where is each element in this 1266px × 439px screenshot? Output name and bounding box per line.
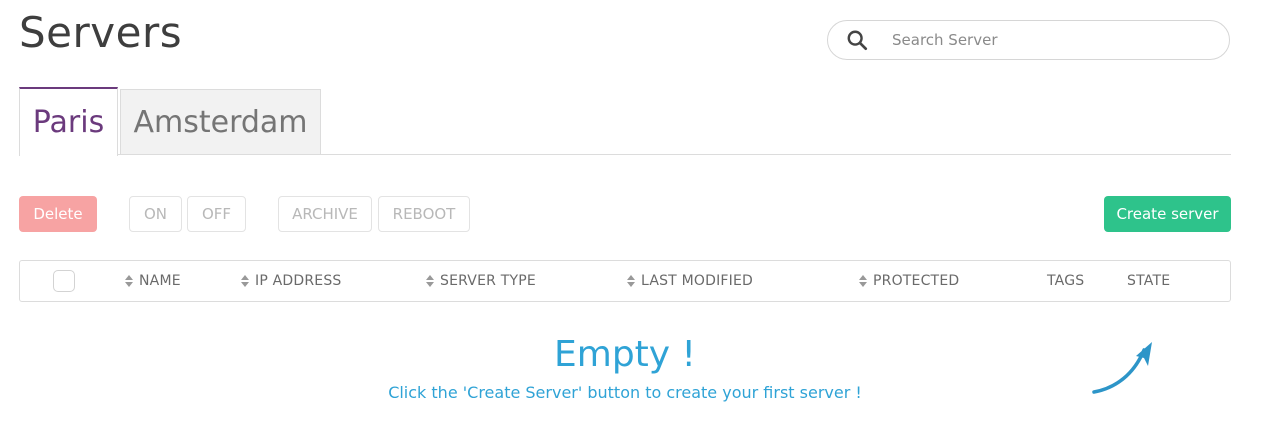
archive-button[interactable]: ARCHIVE (278, 196, 372, 232)
sort-icon (426, 275, 434, 287)
column-ip-address-label: IP ADDRESS (255, 273, 342, 289)
column-protected-label: PROTECTED (873, 273, 960, 289)
column-server-type-label: SERVER TYPE (440, 273, 536, 289)
empty-state-message: Click the 'Create Server' button to crea… (388, 383, 862, 402)
column-tags: TAGS (1047, 261, 1084, 301)
search-input[interactable] (892, 31, 1192, 49)
create-server-button[interactable]: Create server (1104, 196, 1231, 232)
column-name[interactable]: NAME (124, 261, 181, 301)
column-last-modified[interactable]: LAST MODIFIED (626, 261, 753, 301)
sort-icon (627, 275, 635, 287)
off-button[interactable]: OFF (187, 196, 246, 232)
tab-amsterdam[interactable]: Amsterdam (120, 89, 321, 155)
tab-paris[interactable]: Paris (19, 87, 118, 156)
column-last-modified-label: LAST MODIFIED (641, 273, 754, 289)
sort-icon (125, 275, 133, 287)
delete-button[interactable]: Delete (19, 196, 97, 232)
on-button[interactable]: ON (129, 196, 182, 232)
search-box[interactable] (827, 20, 1230, 60)
location-tabs: Paris Amsterdam (19, 87, 1231, 156)
arrow-icon (1092, 342, 1152, 394)
column-server-type[interactable]: SERVER TYPE (425, 261, 536, 301)
column-protected[interactable]: PROTECTED (858, 261, 959, 301)
empty-state-title: Empty ! (554, 334, 696, 375)
column-state: STATE (1127, 261, 1170, 301)
page-title: Servers (19, 8, 183, 57)
sort-icon (241, 275, 249, 287)
column-name-label: NAME (139, 273, 181, 289)
column-ip-address[interactable]: IP ADDRESS (240, 261, 342, 301)
select-all-checkbox[interactable] (53, 270, 75, 292)
search-icon (847, 30, 868, 51)
column-tags-label: TAGS (1047, 273, 1085, 289)
table-header: NAME IP ADDRESS SERVER TYPE LAST MODIFIE… (19, 260, 1231, 302)
column-state-label: STATE (1127, 273, 1171, 289)
sort-icon (859, 275, 867, 287)
reboot-button[interactable]: REBOOT (378, 196, 470, 232)
